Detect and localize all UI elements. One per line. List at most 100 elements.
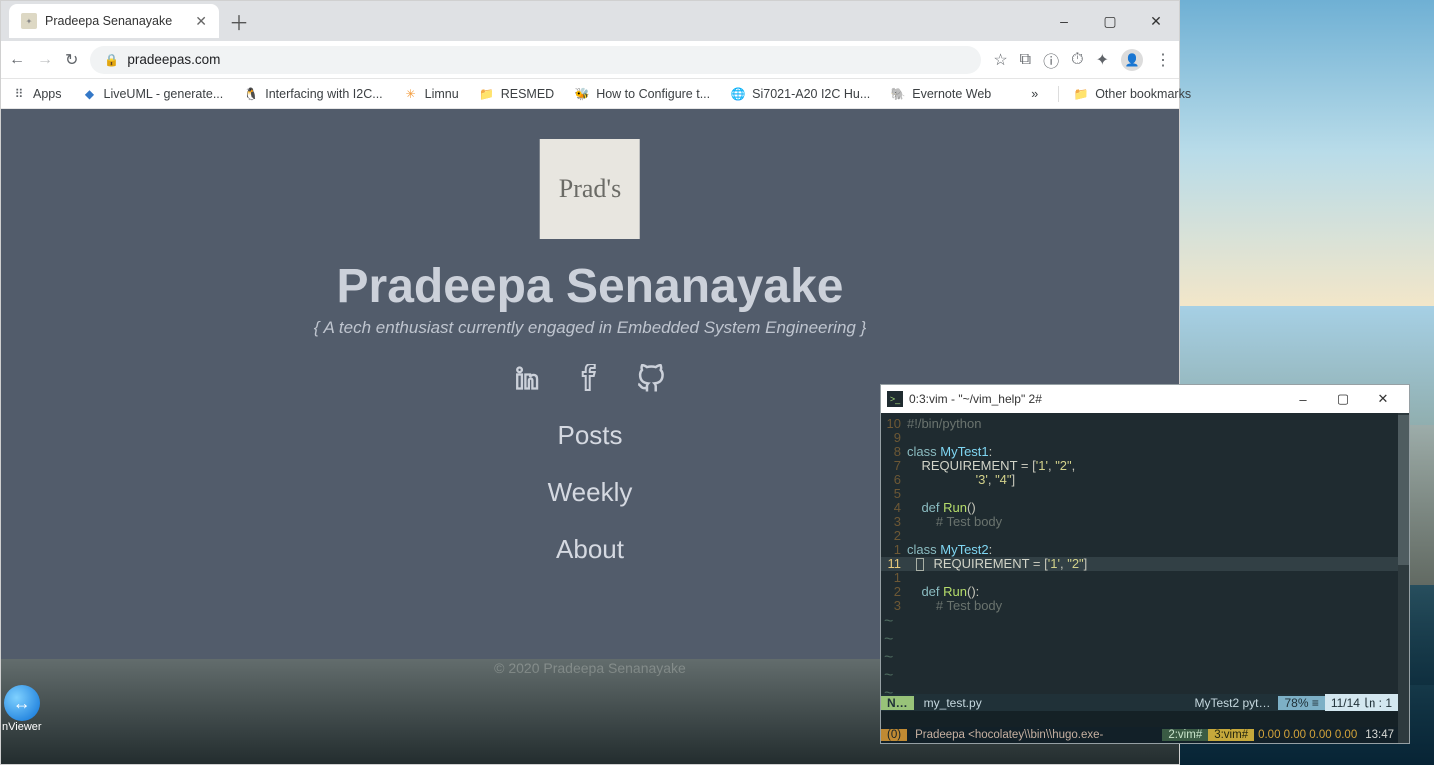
bookmarks-bar: ⠿Apps ◆ LiveUML - generate... 🐧 Interfacing … — [1, 79, 1179, 109]
code-line[interactable]: 9 — [881, 431, 1409, 445]
site-title: Pradeepa Senanayake — [314, 259, 867, 314]
bookmark-item[interactable]: 🐝 How to Configure t... — [574, 86, 710, 102]
vim-statusline: N… my_test.py MyTest2 pyt… 78% ≡ 11/14 ㏑… — [881, 694, 1398, 711]
browser-tab[interactable]: ✦ Pradeepa Senanayake ✕ — [9, 4, 219, 38]
code-area[interactable]: 10#!/bin/python98class MyTest1:7 REQUIRE… — [881, 417, 1409, 613]
minimize-button[interactable]: – — [1041, 1, 1087, 41]
tmux-time: 13:47 — [1361, 729, 1398, 741]
code-line[interactable]: 11 REQUIREMENT = ['1', "2"] — [881, 557, 1409, 571]
desktop-app-teamviewer[interactable]: ↔ nViewer — [2, 685, 42, 733]
vim-commandline[interactable] — [881, 711, 1398, 727]
tmux-win3[interactable]: 3:vim# — [1208, 729, 1254, 741]
vim-percent: 78% ≡ — [1278, 696, 1324, 710]
bookmark-item[interactable]: 🐧 Interfacing with I2C... — [243, 86, 382, 102]
teamviewer-icon: ↔ — [4, 685, 40, 721]
tmux-statusline: (0) Pradeepa <hocolatey\\bin\\hugo.exe- … — [881, 727, 1398, 743]
bookmark-label: Evernote Web — [912, 87, 991, 101]
info-icon[interactable]: ⓘ — [1043, 48, 1059, 72]
menu-item-about[interactable]: About — [314, 534, 867, 565]
vim-filename: my_test.py — [914, 696, 1187, 710]
social-links — [314, 364, 867, 394]
menu-item-posts[interactable]: Posts — [314, 420, 867, 451]
forward-button[interactable]: → — [37, 51, 53, 69]
bookmark-label: RESMED — [501, 87, 554, 101]
code-line[interactable]: 10#!/bin/python — [881, 417, 1409, 431]
bookmark-overflow[interactable]: » — [1031, 87, 1038, 101]
tmux-session: (0) — [881, 729, 907, 741]
code-line[interactable]: 4 def Run() — [881, 501, 1409, 515]
bookmark-icon: 🐘 — [890, 86, 906, 102]
code-line[interactable]: 3 # Test body — [881, 599, 1409, 613]
desktop-app-label: nViewer — [2, 721, 42, 733]
terminal-body[interactable]: 10#!/bin/python98class MyTest1:7 REQUIRE… — [881, 413, 1409, 743]
code-line[interactable]: 2 — [881, 529, 1409, 543]
tmux-load: 0.00 0.00 0.00 0.00 — [1254, 729, 1361, 741]
bookmark-icon: 📁 — [479, 86, 495, 102]
tmux-win2[interactable]: 2:vim# — [1162, 729, 1208, 741]
bookmark-icon: ◆ — [82, 86, 98, 102]
address-bar[interactable]: 🔒 pradeepas.com — [90, 46, 981, 74]
bookmark-item[interactable]: ◆ LiveUML - generate... — [82, 86, 224, 102]
favicon-icon: ✦ — [21, 13, 37, 29]
back-button[interactable]: ← — [9, 51, 25, 69]
vim-mode: N… — [881, 696, 914, 710]
code-line[interactable]: 2 def Run(): — [881, 585, 1409, 599]
code-line[interactable]: 8class MyTest1: — [881, 445, 1409, 459]
terminal-scrollbar[interactable] — [1398, 413, 1409, 743]
site-logo: Prad's — [540, 139, 640, 239]
toolbar: ← → ↻ 🔒 pradeepas.com ☆ ⧉ ⓘ ⏱ ✦ 👤 ⋮ — [1, 41, 1179, 79]
bookmark-label: LiveUML - generate... — [104, 87, 224, 101]
bookmark-label: Si7021-A20 I2C Hu... — [752, 87, 870, 101]
term-maximize-button[interactable]: ▢ — [1323, 385, 1363, 413]
window-controls: – ▢ ✕ — [1041, 1, 1179, 41]
bookmark-item[interactable]: 🐘 Evernote Web — [890, 86, 991, 102]
close-button[interactable]: ✕ — [1133, 1, 1179, 41]
vim-tag: MyTest2 pyt… — [1186, 696, 1278, 710]
site-subtitle: { A tech enthusiast currently engaged in… — [314, 318, 867, 338]
hero: Prad's Pradeepa Senanayake { A tech enth… — [314, 139, 867, 565]
reader-icon[interactable]: ⧉ — [1020, 51, 1031, 69]
bookmark-item[interactable]: ⠿Apps — [11, 86, 62, 102]
bookmark-item[interactable]: 📁 RESMED — [479, 86, 554, 102]
terminal-title-text: 0:3:vim - "~/vim_help" 2# — [909, 392, 1042, 406]
profile-avatar[interactable]: 👤 — [1121, 49, 1143, 71]
menu-item-weekly[interactable]: Weekly — [314, 477, 867, 508]
code-line[interactable]: 1 — [881, 571, 1409, 585]
term-close-button[interactable]: ✕ — [1363, 385, 1403, 413]
nav-menu: Posts Weekly About — [314, 420, 867, 565]
bookmark-icon: ✳ — [403, 86, 419, 102]
other-bookmarks[interactable]: 📁 Other bookmarks — [1058, 86, 1191, 102]
bookmark-label: Interfacing with I2C... — [265, 87, 382, 101]
code-line[interactable]: 1class MyTest2: — [881, 543, 1409, 557]
bookmark-label: Limnu — [425, 87, 459, 101]
bookmark-icon: 🐝 — [574, 86, 590, 102]
tab-close-icon[interactable]: ✕ — [195, 13, 207, 30]
reload-button[interactable]: ↻ — [65, 50, 78, 70]
bookmark-icon: 🐧 — [243, 86, 259, 102]
code-line[interactable]: 6 '3', "4"] — [881, 473, 1409, 487]
extensions-icon[interactable]: ✦ — [1096, 50, 1109, 70]
linkedin-icon[interactable] — [514, 364, 542, 394]
facebook-icon[interactable] — [576, 364, 602, 394]
code-line[interactable]: 7 REQUIREMENT = ['1', "2", — [881, 459, 1409, 473]
bookmark-item[interactable]: 🌐Si7021-A20 I2C Hu... — [730, 86, 870, 102]
scrollbar-thumb[interactable] — [1398, 415, 1409, 565]
terminal-titlebar[interactable]: >_ 0:3:vim - "~/vim_help" 2# – ▢ ✕ — [881, 385, 1409, 413]
terminal-window: >_ 0:3:vim - "~/vim_help" 2# – ▢ ✕ 10#!/… — [880, 384, 1410, 744]
term-minimize-button[interactable]: – — [1283, 385, 1323, 413]
new-tab-button[interactable]: ＋ — [225, 7, 253, 36]
tab-strip: ✦ Pradeepa Senanayake ✕ ＋ – ▢ ✕ — [1, 1, 1179, 41]
url-text: pradeepas.com — [127, 52, 220, 67]
terminal-app-icon: >_ — [887, 391, 903, 407]
timer-icon[interactable]: ⏱ — [1071, 51, 1083, 69]
code-line[interactable]: 3 # Test body — [881, 515, 1409, 529]
github-icon[interactable] — [636, 364, 666, 394]
folder-icon: 📁 — [1073, 86, 1089, 102]
bookmark-label: How to Configure t... — [596, 87, 710, 101]
bookmark-item[interactable]: ✳ Limnu — [403, 86, 459, 102]
maximize-button[interactable]: ▢ — [1087, 1, 1133, 41]
star-icon[interactable]: ☆ — [993, 50, 1007, 70]
chrome-menu-icon[interactable]: ⋮ — [1155, 50, 1171, 70]
code-line[interactable]: 5 — [881, 487, 1409, 501]
empty-lines: ~~~~~ — [881, 613, 1409, 703]
